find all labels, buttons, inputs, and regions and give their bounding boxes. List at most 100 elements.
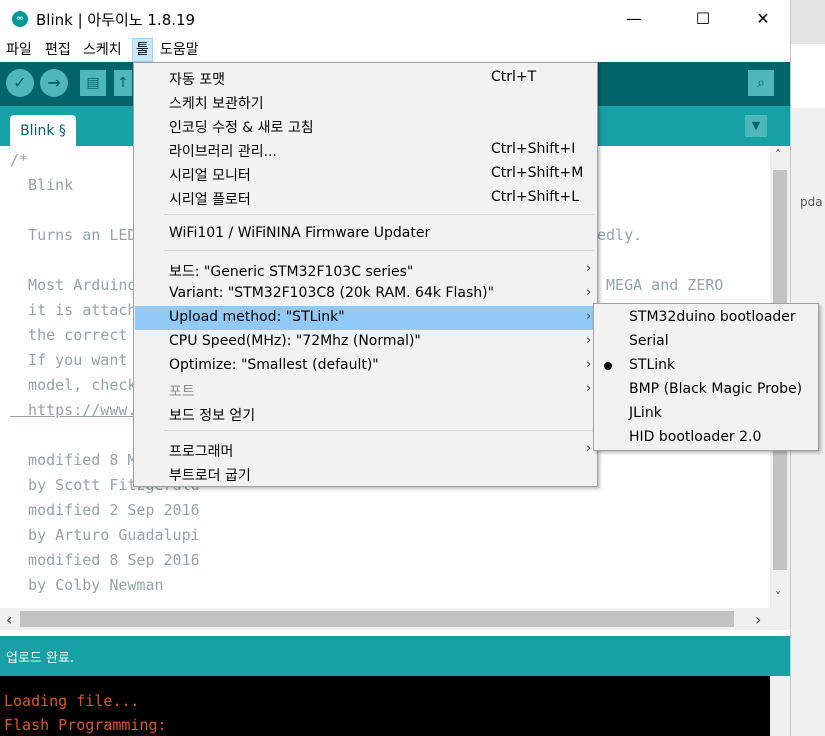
menu-item-label: 시리얼 플로터: [169, 192, 251, 208]
close-button[interactable]: ✕: [740, 0, 786, 38]
menu-item-label: Upload method: "STLink": [169, 309, 345, 325]
code-line: by Arturo Guadalupi: [10, 526, 200, 544]
menu-item-serial-plotter[interactable]: 시리얼 플로터 Ctrl+Shift+L: [135, 186, 596, 210]
menu-separator: [164, 214, 594, 215]
menu-item-shortcut: Ctrl+T: [491, 69, 537, 85]
submenu-arrow-icon: ›: [586, 333, 592, 348]
menu-item-wifi-firmware-updater[interactable]: WiFi101 / WiFiNINA Firmware Updater: [135, 222, 596, 246]
menu-item-label: Optimize: "Smallest (default)": [169, 357, 379, 373]
submenu-item-label: Serial: [629, 333, 669, 349]
console-line: Flash Programming:: [4, 716, 167, 734]
verify-button[interactable]: ✓: [6, 69, 34, 97]
status-bar: 업로드 완료.: [0, 636, 790, 676]
selected-radio-dot-icon: [604, 362, 612, 370]
console-output: Loading file... Flash Programming:: [0, 676, 790, 736]
code-line: /*: [10, 151, 29, 169]
menu-item-label: 프로그래머: [169, 444, 234, 460]
menu-item-programmer[interactable]: 프로그래머 ›: [135, 438, 596, 462]
submenu-arrow-icon: ›: [586, 381, 592, 396]
menu-separator: [164, 430, 594, 431]
menu-item-label: Variant: "STM32F103C8 (20k RAM. 64k Flas…: [169, 285, 495, 301]
tab-blink[interactable]: Blink §: [10, 115, 76, 146]
menu-item-label: 인코딩 수정 & 새로 고침: [169, 120, 314, 136]
menu-item-label: 자동 포맷: [169, 72, 225, 88]
submenu-item-label: STLink: [629, 357, 676, 373]
menu-item-label: CPU Speed(MHz): "72Mhz (Normal)": [169, 333, 421, 349]
menu-bar: 파일 편집 스케치 툴 도움말: [0, 38, 790, 62]
menu-item-optimize[interactable]: Optimize: "Smallest (default)" ›: [135, 354, 596, 378]
status-text: 업로드 완료.: [6, 651, 75, 666]
menu-item-variant[interactable]: Variant: "STM32F103C8 (20k RAM. 64k Flas…: [135, 282, 596, 306]
submenu-item-jlink[interactable]: JLink: [595, 402, 817, 426]
submenu-item-serial[interactable]: Serial: [595, 330, 817, 354]
submenu-item-stm32duino-bootloader[interactable]: STM32duino bootloader: [595, 306, 817, 330]
menu-item-board[interactable]: 보드: "Generic STM32F103C series" ›: [135, 258, 596, 282]
code-line: modified 2 Sep 2016: [10, 501, 200, 519]
tab-menu-button[interactable]: ▼: [745, 115, 767, 137]
upload-method-submenu: STM32duino bootloader Serial STLink BMP …: [593, 303, 819, 451]
menu-item-label: 포트: [169, 384, 195, 400]
menu-item-board-info[interactable]: 보드 정보 얻기: [135, 402, 596, 426]
submenu-item-bmp[interactable]: BMP (Black Magic Probe): [595, 378, 817, 402]
menu-item-shortcut: Ctrl+Shift+L: [491, 189, 579, 205]
submenu-item-label: STM32duino bootloader: [629, 309, 796, 325]
background-window-header: [791, 0, 825, 44]
scroll-right-icon[interactable]: ›: [755, 610, 761, 629]
menu-edit[interactable]: 편집: [42, 38, 74, 62]
menu-item-serial-monitor[interactable]: 시리얼 모니터 Ctrl+Shift+M: [135, 162, 596, 186]
submenu-item-label: JLink: [629, 405, 662, 421]
background-window-panel: [791, 44, 825, 108]
menu-item-upload-method[interactable]: Upload method: "STLink" ›: [135, 306, 596, 330]
menu-file[interactable]: 파일: [3, 38, 35, 62]
scroll-up-icon[interactable]: ˄: [775, 148, 781, 162]
menu-item-label: 라이브러리 관리...: [169, 144, 277, 160]
menu-tools[interactable]: 툴: [132, 38, 153, 62]
menu-item-burn-bootloader[interactable]: 부트로더 굽기: [135, 462, 596, 486]
magnifier-icon: ⌕: [757, 75, 765, 91]
new-sketch-button[interactable]: ▤: [80, 70, 106, 96]
serial-monitor-button[interactable]: ⌕: [748, 70, 774, 96]
menu-item-label: 스케치 보관하기: [169, 96, 264, 112]
submenu-arrow-icon: ›: [586, 261, 592, 276]
scroll-down-icon[interactable]: ˅: [775, 590, 781, 604]
menu-item-label: 부트로더 굽기: [169, 468, 251, 484]
menu-item-port[interactable]: 포트 ›: [135, 378, 596, 402]
window-title: Blink | 아두이노 1.8.19: [36, 11, 196, 29]
document-icon: ▤: [86, 75, 100, 91]
submenu-arrow-icon: ›: [586, 309, 592, 324]
open-sketch-button[interactable]: ↑: [114, 70, 132, 96]
menu-item-label: 시리얼 모니터: [169, 168, 251, 184]
menu-item-archive-sketch[interactable]: 스케치 보관하기: [135, 90, 596, 114]
menu-item-cpu-speed[interactable]: CPU Speed(MHz): "72Mhz (Normal)" ›: [135, 330, 596, 354]
submenu-arrow-icon: ›: [586, 357, 592, 372]
submenu-item-label: HID bootloader 2.0: [629, 429, 762, 445]
tools-dropdown-menu: 자동 포맷 Ctrl+T 스케치 보관하기 인코딩 수정 & 새로 고침 라이브…: [133, 62, 598, 487]
submenu-item-stlink[interactable]: STLink: [595, 354, 817, 378]
arrow-up-icon: ↑: [117, 75, 129, 91]
menu-item-label: 보드: "Generic STM32F103C series": [169, 264, 414, 280]
submenu-item-hid-bootloader[interactable]: HID bootloader 2.0: [595, 426, 817, 450]
menu-item-shortcut: Ctrl+Shift+M: [491, 165, 584, 181]
menu-sketch[interactable]: 스케치: [80, 38, 125, 62]
scroll-left-icon[interactable]: ‹: [6, 610, 12, 629]
title-bar: ∞ Blink | 아두이노 1.8.19 — ☐ ✕: [0, 0, 790, 38]
menu-item-label: WiFi101 / WiFiNINA Firmware Updater: [169, 225, 431, 241]
menu-item-fix-encoding[interactable]: 인코딩 수정 & 새로 고침: [135, 114, 596, 138]
code-line: modified 8 Sep 2016: [10, 551, 200, 569]
console-line: Loading file...: [4, 692, 140, 710]
menu-item-manage-libraries[interactable]: 라이브러리 관리... Ctrl+Shift+I: [135, 138, 596, 162]
menu-item-auto-format[interactable]: 자동 포맷 Ctrl+T: [135, 66, 596, 90]
arduino-logo-icon: ∞: [12, 11, 28, 27]
console-scrollbar[interactable]: [770, 676, 790, 736]
upload-button[interactable]: →: [40, 69, 68, 97]
submenu-arrow-icon: ›: [586, 285, 592, 300]
code-line: by Colby Newman: [10, 576, 164, 594]
minimize-button[interactable]: —: [611, 0, 657, 38]
submenu-item-label: BMP (Black Magic Probe): [629, 381, 803, 397]
menu-help[interactable]: 도움말: [157, 38, 202, 62]
maximize-button[interactable]: ☐: [680, 0, 726, 38]
menu-item-shortcut: Ctrl+Shift+I: [491, 141, 576, 157]
editor-horizontal-scroll-thumb[interactable]: [20, 611, 734, 627]
checkmark-icon: ✓: [13, 73, 27, 92]
background-window-text: pda: [800, 195, 823, 209]
